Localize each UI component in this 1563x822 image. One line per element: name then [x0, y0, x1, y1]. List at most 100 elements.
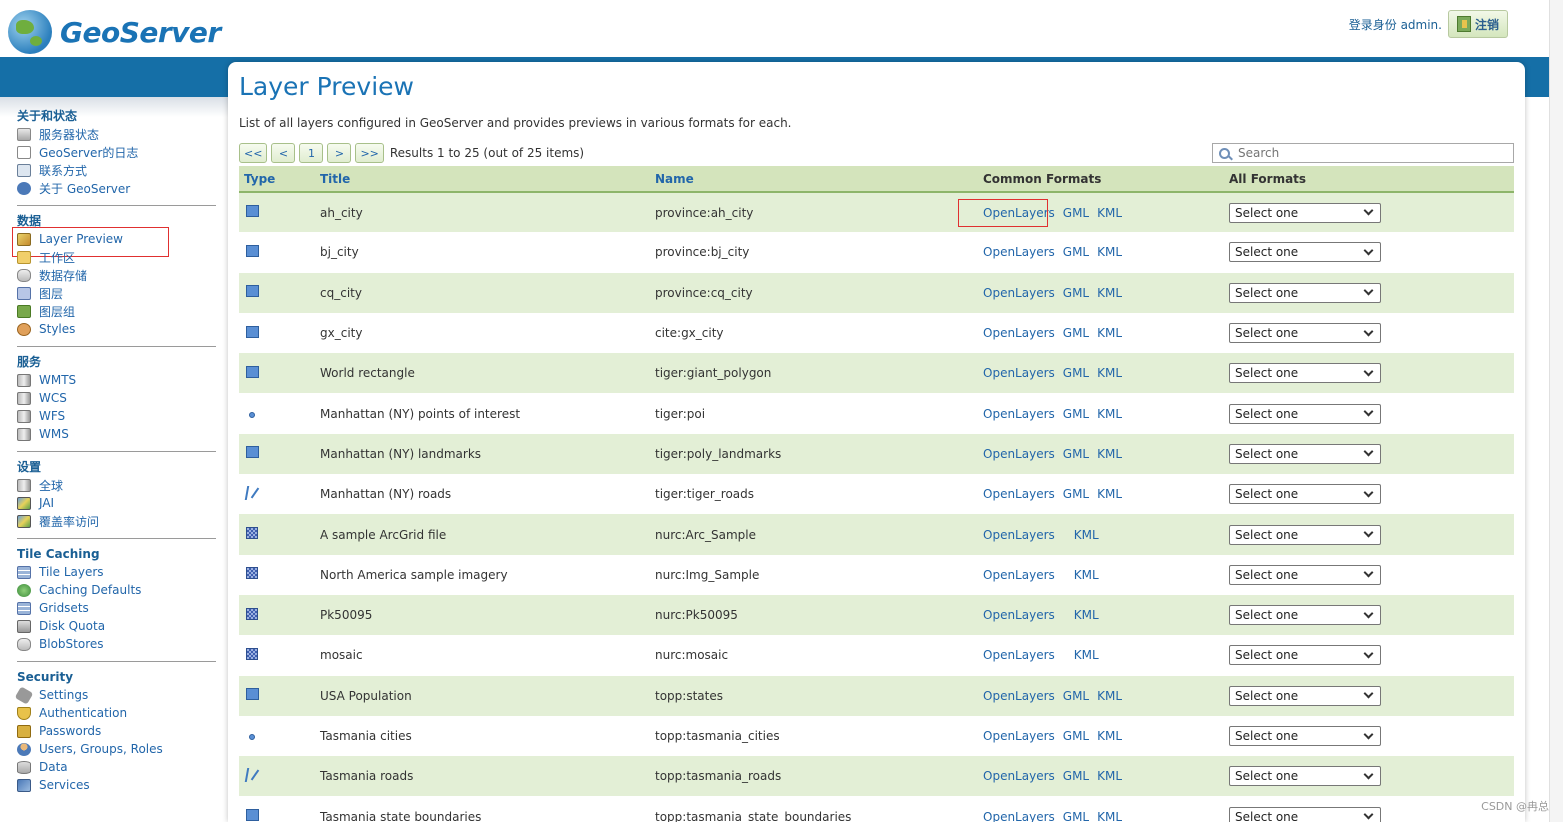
format-link-openlayers[interactable]: OpenLayers — [983, 407, 1055, 421]
format-link-kml[interactable]: KML — [1097, 326, 1122, 340]
sidebar-item-wms[interactable]: WMS — [17, 425, 216, 443]
pager-page-1-button[interactable]: 1 — [299, 143, 324, 163]
format-link-kml[interactable]: KML — [1097, 245, 1122, 259]
format-link-kml[interactable]: KML — [1074, 608, 1099, 622]
format-link-kml[interactable]: KML — [1097, 286, 1122, 300]
format-link-openlayers[interactable]: OpenLayers — [983, 608, 1055, 622]
sidebar-item[interactable]: 服务器状态 — [17, 125, 216, 143]
format-select[interactable]: Select one — [1229, 282, 1381, 303]
format-select[interactable]: Select one — [1229, 363, 1381, 384]
sidebar-item[interactable]: 覆盖率访问 — [17, 512, 216, 530]
format-link-kml[interactable]: KML — [1074, 648, 1099, 662]
format-link-openlayers[interactable]: OpenLayers — [983, 245, 1055, 259]
sidebar-item-geoserver[interactable]: 关于 GeoServer — [17, 179, 216, 197]
format-link-kml[interactable]: KML — [1097, 810, 1122, 822]
format-link-gml[interactable]: GML — [1063, 206, 1089, 220]
format-link-kml[interactable]: KML — [1097, 729, 1122, 743]
sidebar-item-styles[interactable]: Styles — [17, 320, 216, 338]
sidebar-item[interactable]: 工作区 — [17, 248, 216, 266]
format-link-openlayers[interactable]: OpenLayers — [983, 206, 1055, 220]
format-link-gml[interactable]: GML — [1063, 729, 1089, 743]
format-select[interactable]: Select one — [1229, 202, 1381, 223]
sidebar-item-gridsets[interactable]: Gridsets — [17, 599, 216, 617]
sidebar-item-wmts[interactable]: WMTS — [17, 371, 216, 389]
format-select[interactable]: Select one — [1229, 524, 1381, 545]
format-link-openlayers[interactable]: OpenLayers — [983, 447, 1055, 461]
sidebar-item[interactable]: 图层组 — [17, 302, 216, 320]
column-header-type[interactable]: Type — [239, 166, 315, 192]
sidebar-item[interactable]: 图层 — [17, 284, 216, 302]
sidebar-item[interactable]: 联系方式 — [17, 161, 216, 179]
format-link-openlayers[interactable]: OpenLayers — [983, 487, 1055, 501]
logout-button[interactable]: 注销 — [1447, 10, 1508, 38]
sidebar-item-wfs[interactable]: WFS — [17, 407, 216, 425]
format-link-kml[interactable]: KML — [1097, 487, 1122, 501]
search-box[interactable] — [1212, 143, 1514, 163]
format-link-gml[interactable]: GML — [1063, 407, 1089, 421]
sidebar-item-caching-defaults[interactable]: Caching Defaults — [17, 581, 216, 599]
pager-first-button[interactable]: << — [239, 143, 268, 163]
pager-prev-button[interactable]: < — [271, 143, 296, 163]
format-link-openlayers[interactable]: OpenLayers — [983, 810, 1055, 822]
column-header-title[interactable]: Title — [315, 166, 650, 192]
format-link-gml[interactable]: GML — [1063, 245, 1089, 259]
format-select[interactable]: Select one — [1229, 484, 1381, 505]
format-link-openlayers[interactable]: OpenLayers — [983, 648, 1055, 662]
page-scrollbar[interactable] — [1549, 0, 1563, 822]
format-link-openlayers[interactable]: OpenLayers — [983, 568, 1055, 582]
format-link-gml[interactable]: GML — [1063, 689, 1089, 703]
sidebar-item-wcs[interactable]: WCS — [17, 389, 216, 407]
format-link-gml[interactable]: GML — [1063, 326, 1089, 340]
format-link-kml[interactable]: KML — [1097, 769, 1122, 783]
format-link-openlayers[interactable]: OpenLayers — [983, 769, 1055, 783]
format-link-kml[interactable]: KML — [1097, 407, 1122, 421]
format-link-kml[interactable]: KML — [1097, 689, 1122, 703]
pager-next-button[interactable]: > — [327, 143, 352, 163]
sidebar-item-data[interactable]: Data — [17, 758, 216, 776]
format-link-kml[interactable]: KML — [1097, 206, 1122, 220]
format-select[interactable]: Select one — [1229, 605, 1381, 626]
format-link-gml[interactable]: GML — [1063, 810, 1089, 822]
format-link-gml[interactable]: GML — [1063, 487, 1089, 501]
format-select[interactable]: Select one — [1229, 443, 1381, 464]
format-link-openlayers[interactable]: OpenLayers — [983, 528, 1055, 542]
sidebar-item-services[interactable]: Services — [17, 776, 216, 794]
sidebar-item-tile-layers[interactable]: Tile Layers — [17, 563, 216, 581]
format-link-openlayers[interactable]: OpenLayers — [983, 286, 1055, 300]
sidebar-item[interactable]: 全球 — [17, 476, 216, 494]
format-select[interactable]: Select one — [1229, 645, 1381, 666]
format-link-openlayers[interactable]: OpenLayers — [983, 729, 1055, 743]
format-link-kml[interactable]: KML — [1097, 366, 1122, 380]
format-select[interactable]: Select one — [1229, 766, 1381, 787]
pager-last-button[interactable]: >> — [355, 143, 384, 163]
sidebar-item-blobstores[interactable]: BlobStores — [17, 635, 216, 653]
format-select[interactable]: Select one — [1229, 242, 1381, 263]
sidebar-item[interactable]: 数据存储 — [17, 266, 216, 284]
format-link-kml[interactable]: KML — [1074, 568, 1099, 582]
format-link-kml[interactable]: KML — [1097, 447, 1122, 461]
format-link-kml[interactable]: KML — [1074, 528, 1099, 542]
format-select[interactable]: Select one — [1229, 806, 1381, 822]
geoserver-logo[interactable]: GeoServer — [8, 10, 221, 54]
format-select[interactable]: Select one — [1229, 564, 1381, 585]
sidebar-item-disk-quota[interactable]: Disk Quota — [17, 617, 216, 635]
format-link-gml[interactable]: GML — [1063, 286, 1089, 300]
sidebar-item-authentication[interactable]: Authentication — [17, 704, 216, 722]
sidebar-item-users-groups-roles[interactable]: Users, Groups, Roles — [17, 740, 216, 758]
format-select[interactable]: Select one — [1229, 403, 1381, 424]
column-header-name[interactable]: Name — [650, 166, 978, 192]
format-link-gml[interactable]: GML — [1063, 366, 1089, 380]
format-select[interactable]: Select one — [1229, 726, 1381, 746]
format-link-openlayers[interactable]: OpenLayers — [983, 366, 1055, 380]
format-link-gml[interactable]: GML — [1063, 769, 1089, 783]
format-select[interactable]: Select one — [1229, 323, 1381, 344]
format-link-openlayers[interactable]: OpenLayers — [983, 326, 1055, 340]
format-select[interactable]: Select one — [1229, 685, 1381, 706]
format-link-gml[interactable]: GML — [1063, 447, 1089, 461]
format-link-openlayers[interactable]: OpenLayers — [983, 689, 1055, 703]
sidebar-item-settings[interactable]: Settings — [14, 685, 216, 705]
sidebar-item-passwords[interactable]: Passwords — [17, 722, 216, 740]
sidebar-item-layer-preview[interactable]: Layer Preview — [12, 227, 216, 257]
sidebar-item-geoserver[interactable]: GeoServer的日志 — [17, 143, 216, 161]
sidebar-item-jai[interactable]: JAI — [17, 494, 216, 512]
